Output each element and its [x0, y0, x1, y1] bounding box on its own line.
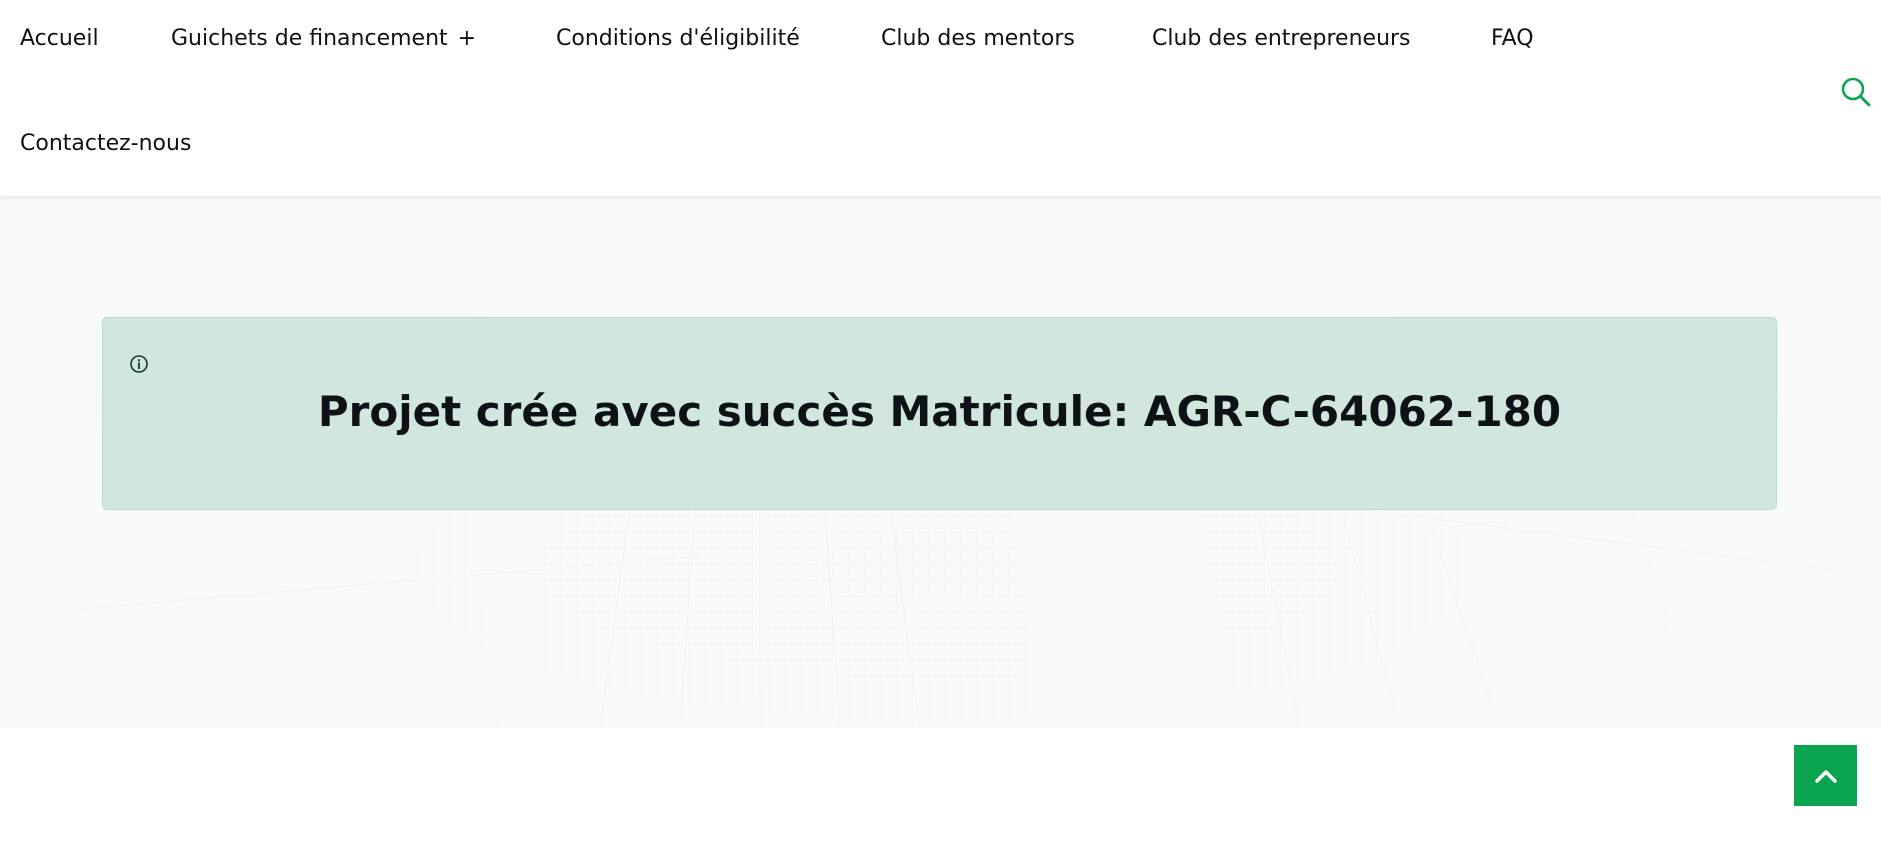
info-circle-icon: [130, 355, 148, 373]
nav-item-conditions-eligibilite[interactable]: Conditions d'éligibilité: [556, 25, 800, 53]
nav-item-label: Accueil: [20, 26, 99, 51]
nav-item-contactez-nous[interactable]: Contactez-nous: [20, 130, 191, 158]
nav-item-label: Club des mentors: [881, 26, 1075, 51]
nav-item-accueil[interactable]: Accueil: [20, 25, 99, 53]
nav-item-label: Contactez-nous: [20, 131, 192, 156]
expand-plus-icon: +: [457, 26, 477, 51]
success-alert: Projet crée avec succès Matricule: AGR-C…: [102, 317, 1777, 510]
alert-message: Projet crée avec succès Matricule: AGR-C…: [317, 387, 1562, 436]
search-button[interactable]: [1840, 76, 1872, 108]
nav-item-label: Club des entrepreneurs: [1152, 26, 1411, 51]
search-icon: [1841, 77, 1871, 107]
nav-item-label: Conditions d'éligibilité: [556, 26, 800, 51]
nav-item-label: Guichets de financement: [171, 26, 448, 51]
site-header: Accueil Guichets de financement + Conditi…: [0, 0, 1881, 196]
page: Accueil Guichets de financement + Conditi…: [0, 0, 1881, 861]
back-to-top-button[interactable]: [1794, 745, 1857, 806]
nav-item-label: FAQ: [1491, 26, 1534, 51]
nav-item-guichets-de-financement[interactable]: Guichets de financement +: [171, 25, 476, 53]
nav-item-club-des-entrepreneurs[interactable]: Club des entrepreneurs: [1152, 25, 1411, 53]
nav-item-faq[interactable]: FAQ: [1491, 25, 1534, 53]
nav-item-club-des-mentors[interactable]: Club des mentors: [881, 25, 1075, 53]
chevron-up-icon: [1814, 769, 1837, 783]
hero-section: Projet crée avec succès Matricule: AGR-C…: [0, 196, 1881, 728]
